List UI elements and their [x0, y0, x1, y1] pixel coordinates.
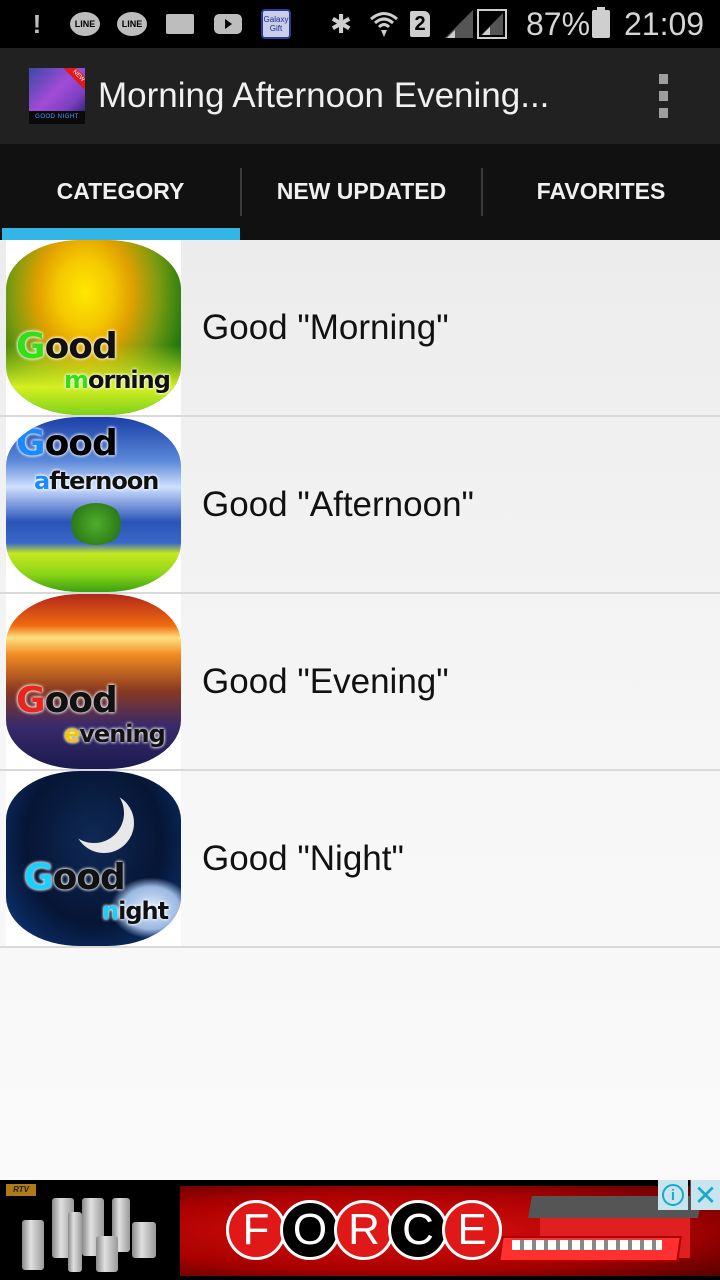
tree-graphic: [68, 503, 124, 545]
app-icon[interactable]: NEW GOOD NIGHT: [29, 68, 85, 124]
app-title: Morning Afternoon Evening...: [98, 76, 550, 115]
thumb-text: ood: [44, 680, 118, 721]
gift-label-bottom: Gift: [269, 24, 283, 33]
thumb-text: orning: [88, 366, 171, 394]
ad-headline: F O R C E: [226, 1200, 502, 1262]
thumb-text: ood: [44, 423, 118, 464]
cart-tools: [512, 1240, 662, 1250]
thumb-initial: G: [16, 326, 46, 367]
socket: [22, 1220, 44, 1270]
status-bar: ! LINE LINE Galaxy Gift ✱ 2 87% 21:09: [0, 0, 720, 48]
category-item-morning[interactable]: Good morning Good "Morning": [0, 240, 720, 417]
category-label: Good "Night": [202, 838, 404, 878]
battery-icon: [592, 7, 610, 38]
thumbnail-frame: Good afternoon: [6, 417, 181, 592]
action-bar: NEW GOOD NIGHT Morning Afternoon Evening…: [0, 48, 720, 144]
alert-broom-icon: !: [32, 8, 42, 39]
category-label: Good "Morning": [202, 307, 449, 347]
line-icon: LINE: [70, 12, 100, 36]
thumb-caption-line1: Good: [16, 423, 118, 464]
thumbnail-frame: Good night: [6, 771, 181, 946]
sim-icon: 2: [410, 11, 430, 37]
ad-letter: C: [388, 1200, 448, 1260]
thumb-text: fternoon: [49, 467, 159, 495]
menu-dot: [658, 108, 668, 118]
evening-thumbnail: Good evening: [6, 594, 181, 769]
folder-icon: [166, 14, 194, 34]
thumb-caption-line1: Good: [24, 857, 126, 898]
signal-icon: [444, 8, 474, 40]
thumb-caption-line2: night: [102, 897, 169, 925]
thumb-initial: G: [24, 857, 54, 898]
morning-thumbnail: Good morning: [6, 240, 181, 415]
thumb-text: ood: [52, 857, 126, 898]
tab-favorites[interactable]: FAVORITES: [482, 144, 720, 240]
new-badge: NEW: [62, 68, 85, 92]
menu-dot: [658, 74, 668, 84]
line-icon-label: LINE: [121, 19, 143, 29]
gift-label-top: Galaxy: [263, 15, 289, 24]
thumb-initial: G: [16, 680, 46, 721]
ad-letter: E: [442, 1200, 502, 1260]
thumb-initial: a: [34, 467, 50, 495]
socket: [68, 1212, 82, 1272]
ad-banner[interactable]: RTV F O R C E i ✕: [0, 1180, 720, 1280]
galaxy-gift-icon: Galaxy Gift: [261, 9, 291, 39]
night-thumbnail: Good night: [6, 771, 181, 946]
ad-info-button[interactable]: i: [658, 1180, 688, 1210]
thumb-initial: m: [64, 366, 89, 394]
app-icon-caption: GOOD NIGHT: [29, 111, 85, 124]
selected-tab-indicator: [2, 228, 240, 240]
thumb-text: ood: [44, 326, 118, 367]
socket: [132, 1222, 156, 1258]
menu-dot: [658, 91, 668, 101]
thumb-initial: G: [16, 423, 46, 464]
afternoon-thumbnail: Good afternoon: [6, 417, 181, 592]
thumb-text: vening: [79, 720, 165, 748]
thumb-caption-line2: afternoon: [34, 467, 159, 495]
tab-category[interactable]: CATEGORY: [0, 144, 241, 240]
thumb-initial: e: [64, 720, 80, 748]
category-label: Good "Afternoon": [202, 484, 474, 524]
clock: 21:09: [624, 6, 705, 42]
ad-letter: O: [280, 1200, 340, 1260]
overflow-menu-icon[interactable]: [656, 74, 670, 118]
thumb-caption-line1: Good: [16, 326, 118, 367]
category-item-evening[interactable]: Good evening Good "Evening": [0, 594, 720, 771]
thumbnail-frame: Good morning: [6, 240, 181, 415]
close-icon: ✕: [693, 1180, 718, 1211]
sim-number: 2: [414, 12, 426, 35]
ad-close-button[interactable]: ✕: [690, 1180, 720, 1211]
wifi-icon: [368, 8, 400, 40]
ad-letter: R: [334, 1200, 394, 1260]
tab-new-updated[interactable]: NEW UPDATED: [241, 144, 482, 240]
category-item-afternoon[interactable]: Good afternoon Good "Afternoon": [0, 417, 720, 594]
battery-percent: 87%: [526, 6, 591, 42]
thumb-text: ight: [118, 897, 169, 925]
line-icon-label: LINE: [74, 19, 96, 29]
socket-set-image: [20, 1198, 160, 1274]
moon-graphic: [64, 783, 124, 843]
socket: [96, 1236, 118, 1272]
category-item-night[interactable]: Good night Good "Night": [0, 771, 720, 948]
bluetooth-icon: ✱: [330, 8, 352, 39]
thumb-caption-line1: Good: [16, 680, 118, 721]
thumb-initial: n: [102, 897, 119, 925]
category-list: Good morning Good "Morning" Good afterno…: [0, 240, 720, 1180]
ad-letter: F: [226, 1200, 286, 1260]
youtube-icon: [214, 14, 242, 34]
line-icon: LINE: [117, 12, 147, 36]
ad-brand-logo: RTV: [6, 1184, 36, 1196]
tab-bar: CATEGORY NEW UPDATED FAVORITES: [0, 144, 720, 240]
category-label: Good "Evening": [202, 661, 449, 701]
thumbnail-frame: Good evening: [6, 594, 181, 769]
info-icon: i: [662, 1184, 684, 1206]
thumb-caption-line2: evening: [64, 720, 166, 748]
thumb-caption-line2: morning: [64, 366, 171, 394]
signal-icon-2: [476, 8, 508, 40]
